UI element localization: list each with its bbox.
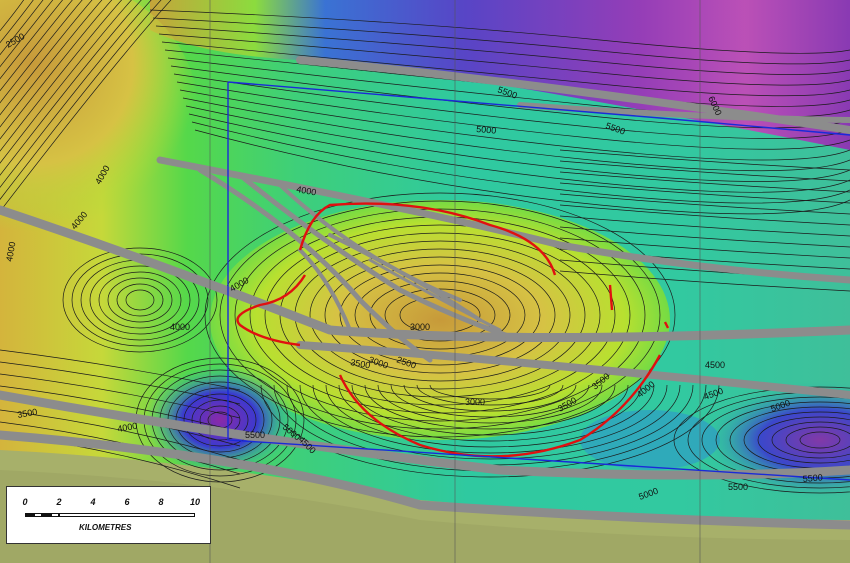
scale-segment (25, 513, 34, 517)
contour-label: 4500 (705, 360, 725, 370)
contour-label: 5000 (476, 124, 497, 136)
scale-segment (51, 513, 59, 517)
scale-units: KILOMETRES (79, 523, 132, 532)
contour-label: 3000 (410, 322, 430, 332)
scale-tick-label: 8 (158, 497, 164, 507)
scale-tick-label: 4 (90, 497, 96, 507)
contour-label: 4000 (170, 322, 190, 332)
scale-tick-label: 6 (124, 497, 130, 507)
scale-segment (59, 513, 195, 517)
contour-label: 3000 (465, 397, 485, 407)
scale-bar: 0 2 4 6 8 10 KILOMETRES (6, 486, 211, 544)
scale-tick-label: 0 (22, 497, 28, 507)
low-east (580, 410, 720, 470)
scale-tick-label: 2 (56, 497, 62, 507)
scale-segment (42, 513, 51, 517)
structure-contour-map: 2500 4000 4000 4000 4000 4000 4000 4000 … (0, 0, 850, 563)
scale-tick-label: 10 (189, 497, 201, 507)
contour-label: 5500 (728, 482, 748, 492)
scale-segment (34, 513, 42, 517)
contour-label: 5500 (245, 430, 265, 440)
contour-label: 5500 (802, 472, 823, 484)
